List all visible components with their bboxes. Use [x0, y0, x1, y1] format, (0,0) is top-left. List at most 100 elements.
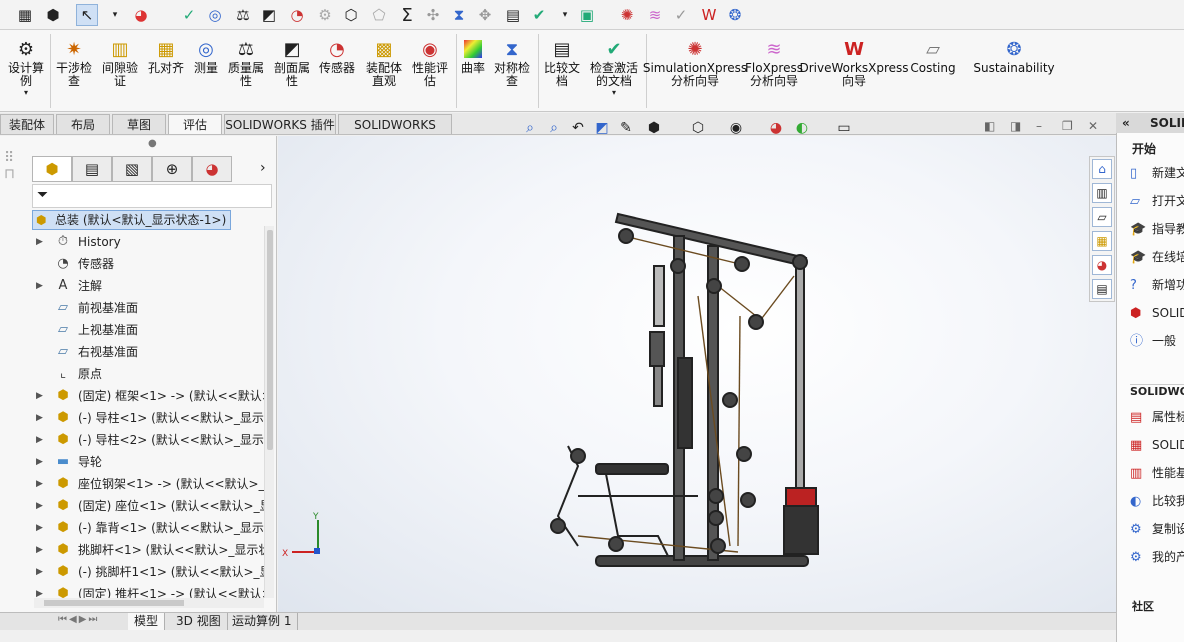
ribbon-button-0[interactable]: ⚙ 设计算 例 ▾ [6, 36, 46, 98]
tab-3d-view[interactable]: 3D 视图 [170, 613, 228, 630]
spell-check-icon[interactable]: ✓ [178, 4, 200, 26]
apply-scene-icon[interactable]: ◐ [792, 118, 812, 138]
section-view-icon[interactable]: ◩ [592, 118, 612, 138]
tab-sketch[interactable]: 草图 [112, 114, 166, 134]
tab-solidworks-addins[interactable]: SOLIDWORKS 插件 [224, 114, 336, 134]
symmetry-icon[interactable]: ⧗ [448, 4, 470, 26]
tree-item[interactable]: ▱ 右视基准面 [30, 342, 266, 362]
ribbon-button-18[interactable]: ❂ Sustainability [973, 36, 1054, 75]
options-icon[interactable]: ▦ [14, 4, 36, 26]
ribbon-button-17[interactable]: ▱ Costing [906, 36, 960, 75]
expand-arrow-icon[interactable]: ▶ [36, 408, 46, 428]
tree-root-assembly[interactable]: ⬢ 总装 (默认<默认_显示状态-1>) [32, 210, 232, 230]
chevron-down-icon[interactable]: ▾ [554, 4, 576, 26]
tree-filter[interactable]: ⏷ [32, 184, 272, 208]
dimxpert-tab-icon[interactable]: ⊕ [152, 156, 192, 182]
tab-solidworks-mbd[interactable]: SOLIDWORKS MBD [338, 114, 452, 152]
feature-tree-tab-icon[interactable]: ⬢ [32, 156, 72, 182]
tree-item[interactable]: ▶ ⏱ History [30, 232, 266, 252]
scrollbar-thumb[interactable] [44, 600, 184, 606]
view-palette-icon[interactable]: ▦ [1092, 231, 1112, 251]
compare-icon[interactable]: ▤ [502, 4, 524, 26]
tree-item[interactable]: ▶ ⬢ (-) 挑脚杆1<1> (默认<<默认>_显 [30, 562, 266, 582]
task-pane-item[interactable]: ⓘ 一般 [1130, 330, 1176, 352]
ribbon-button-11[interactable]: ⧗ 对称检 查 [492, 36, 532, 88]
measure-icon[interactable]: ◎ [204, 4, 226, 26]
ribbon-button-3[interactable]: ▦ 孔对齐 [146, 36, 186, 75]
display-style-icon[interactable]: ⬡ [688, 118, 708, 138]
zoom-area-icon[interactable]: ⌕ [544, 118, 564, 138]
filter-icon[interactable]: ⏷ [37, 187, 48, 203]
ribbon-button-2[interactable]: ▥ 间隙验 证 [100, 36, 140, 88]
task-pane-item[interactable]: ⬢ SOLID [1130, 302, 1184, 324]
section-icon[interactable]: ◩ [258, 4, 280, 26]
expand-arrow-icon[interactable]: ▶ [36, 232, 46, 252]
tab-layout[interactable]: 布局 [56, 114, 110, 134]
tile-left-icon[interactable]: ◧ [984, 119, 995, 133]
ribbon-button-6[interactable]: ◩ 剖面属 性 [272, 36, 312, 88]
close-icon[interactable]: ✕ [1088, 119, 1098, 133]
cube-check-icon[interactable]: ⬡ [340, 4, 362, 26]
tree-item[interactable]: ▶ ⬢ (固定) 框架<1> -> (默认<<默认>_显示 [30, 386, 266, 406]
tree-item[interactable]: ▶ ⬢ (固定) 座位<1> (默认<<默认>_显 [30, 496, 266, 516]
ribbon-button-16[interactable]: W DriveWorksXpress 向导 [799, 36, 908, 88]
sensor-icon[interactable]: ◔ [286, 4, 308, 26]
zoom-to-fit-icon[interactable]: ⌕ [520, 118, 540, 138]
design-library-icon[interactable]: ▥ [1092, 183, 1112, 203]
sustainability-icon[interactable]: ❂ [724, 4, 746, 26]
task-pane-item[interactable]: ▤ 属性标 [1130, 406, 1184, 428]
view-settings-icon[interactable]: ▭ [834, 118, 854, 138]
excel-icon[interactable]: ▣ [576, 4, 598, 26]
tree-item[interactable]: ▱ 前视基准面 [30, 298, 266, 318]
task-pane-item[interactable]: 🎓 指导教 [1130, 218, 1184, 240]
task-pane-item[interactable]: ⚙ 复制设 [1130, 518, 1184, 540]
property-manager-tab-icon[interactable]: ▤ [72, 156, 112, 182]
chevron-down-icon[interactable]: ▾ [104, 4, 126, 26]
panel-grip-icon[interactable]: ● [148, 138, 157, 149]
expand-arrow-icon[interactable]: ▶ [36, 518, 46, 538]
tab-evaluate[interactable]: 评估 [168, 114, 222, 134]
tree-item[interactable]: ▶ A 注解 [30, 276, 266, 296]
ribbon-button-4[interactable]: ◎ 测量 [188, 36, 224, 75]
check-doc-icon[interactable]: ✔ [528, 4, 550, 26]
tile-right-icon[interactable]: ◨ [1010, 119, 1021, 133]
rebuild-icon[interactable]: ⬢ [42, 4, 64, 26]
scrollbar-thumb[interactable] [267, 230, 273, 450]
tree-item[interactable]: ▱ 上视基准面 [30, 320, 266, 340]
expand-arrow-icon[interactable]: ▶ [36, 430, 46, 450]
tree-item[interactable]: ▶ ⬢ (-) 靠背<1> (默认<<默认>_显示状 [30, 518, 266, 538]
home-icon[interactable]: ⌂ [1092, 159, 1112, 179]
expand-arrow-icon[interactable]: ▶ [36, 474, 46, 494]
tab-motion-study[interactable]: 运动算例 1 [226, 613, 299, 630]
ribbon-button-7[interactable]: ◔ 传感器 [316, 36, 358, 75]
expand-arrow-icon[interactable]: ▶ [36, 562, 46, 582]
expand-arrow-icon[interactable]: ▶ [36, 540, 46, 560]
ribbon-button-13[interactable]: ✔ 检查激活 的文档 ▾ [586, 36, 642, 98]
custom-properties-icon[interactable]: ▤ [1092, 279, 1112, 299]
ribbon-button-5[interactable]: ⚖ 质量属 性 [226, 36, 266, 88]
expand-arrow-icon[interactable]: ▶ [36, 496, 46, 516]
minimize-icon[interactable]: – [1036, 119, 1042, 133]
tree-item[interactable]: ▶ ⬢ 挑脚杆<1> (默认<<默认>_显示状 [30, 540, 266, 560]
gym-machine-model[interactable]: Y X [278, 136, 1116, 612]
view-orientation-icon[interactable]: ⬢ [644, 118, 664, 138]
floxpress-icon[interactable]: ≋ [644, 4, 666, 26]
tree-scrollbar[interactable] [264, 226, 274, 598]
chevron-right-icon[interactable]: › [260, 160, 266, 176]
tree-item[interactable]: ▶ ▬ 导轮 [30, 452, 266, 472]
task-pane-item[interactable]: ◐ 比较我 [1130, 490, 1184, 512]
edit-appearance-icon[interactable]: ◕ [766, 118, 786, 138]
previous-view-icon[interactable]: ↶ [568, 118, 588, 138]
tree-item[interactable]: ⌞ 原点 [30, 364, 266, 384]
configuration-tab-icon[interactable]: ▧ [112, 156, 152, 182]
driveworks-icon[interactable]: W [698, 4, 720, 26]
ribbon-button-1[interactable]: ✷ 干涉检 查 [54, 36, 94, 88]
task-pane-item[interactable]: ▥ 性能基 [1130, 462, 1184, 484]
simulation-icon[interactable]: ✺ [616, 4, 638, 26]
ribbon-button-12[interactable]: ▤ 比较文 档 [542, 36, 582, 88]
hide-show-icon[interactable]: ◉ [726, 118, 746, 138]
appearances-icon[interactable]: ◕ [1092, 255, 1112, 275]
sum-icon[interactable]: Σ [396, 4, 418, 26]
ribbon-button-10[interactable]: 曲率 [458, 36, 488, 75]
file-explorer-icon[interactable]: ▱ [1092, 207, 1112, 227]
